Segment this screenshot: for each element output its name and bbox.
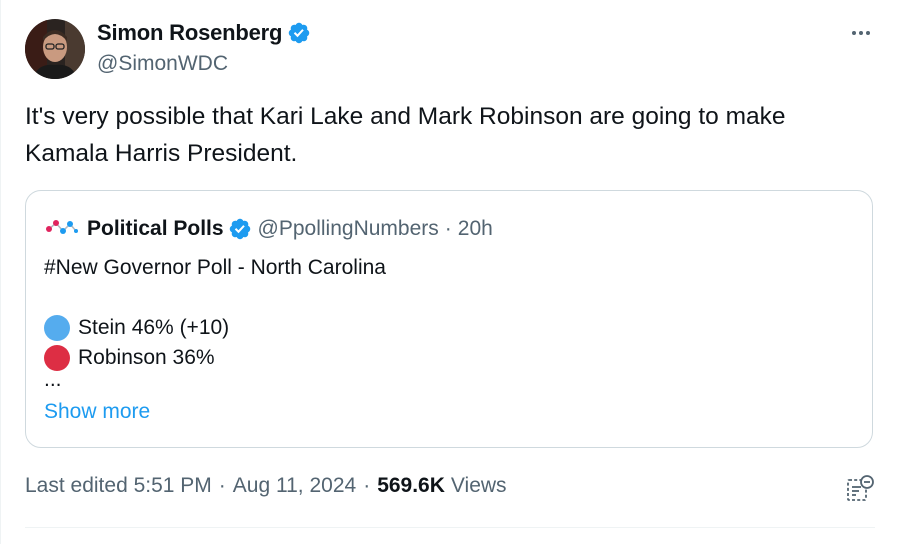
bottom-divider — [25, 527, 875, 528]
quoted-tweet-card[interactable]: Political Polls @PpollingNumbers · 20h #… — [25, 190, 873, 448]
post-date[interactable]: Aug 11, 2024 — [233, 474, 356, 498]
views-label: Views — [450, 474, 507, 497]
quoted-line-title: #New Governor Poll - North Carolina — [44, 256, 386, 279]
show-more-link[interactable]: Show more — [44, 400, 150, 424]
views-count: 569.6K — [377, 474, 445, 497]
quoted-time: 20h — [457, 217, 493, 240]
more-options-icon[interactable] — [844, 20, 878, 46]
last-edited-link[interactable]: Last edited 5:51 PM — [25, 474, 212, 498]
avatar-image — [25, 19, 85, 79]
tweet-meta: Last edited 5:51 PM · Aug 11, 2024 · 569… — [25, 474, 507, 498]
verified-badge-icon[interactable] — [287, 21, 311, 45]
political-polls-logo-icon — [46, 220, 78, 234]
quoted-tweet-header: Political Polls @PpollingNumbers · 20h — [46, 215, 493, 243]
post-analytics-icon[interactable] — [845, 474, 875, 504]
left-border — [0, 0, 1, 544]
quoted-ellipsis: ... — [44, 368, 62, 391]
tweet-text: It's very possible that Kari Lake and Ma… — [25, 103, 786, 167]
quoted-tweet-body: #New Governor Poll - North Carolina Stei… — [44, 253, 386, 393]
author-name-row: Simon Rosenberg — [97, 20, 311, 46]
meta-separator: · — [363, 474, 371, 497]
robinson-result: Robinson 36% — [78, 346, 215, 369]
author-handle[interactable]: @SimonWDC — [97, 52, 228, 76]
quoted-line-robinson: Robinson 36% — [44, 343, 386, 373]
quoted-handle: @PpollingNumbers — [257, 217, 439, 240]
meta-separator: · — [218, 474, 226, 497]
blue-circle-icon — [44, 315, 70, 341]
stein-result: Stein 46% (+10) — [78, 316, 230, 339]
author-avatar[interactable] — [25, 19, 85, 79]
author-display-name[interactable]: Simon Rosenberg — [97, 20, 282, 46]
verified-badge-icon — [229, 218, 250, 240]
quoted-line-stein: Stein 46% (+10) — [44, 313, 386, 343]
quoted-separator: · — [444, 217, 452, 240]
quoted-display-name: Political Polls — [87, 217, 224, 240]
